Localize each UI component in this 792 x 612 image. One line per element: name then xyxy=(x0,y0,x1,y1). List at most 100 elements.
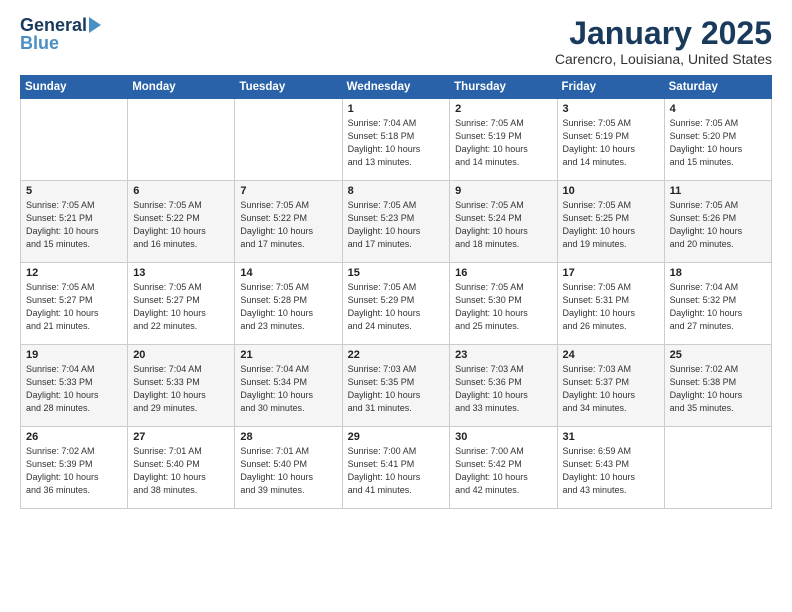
day-info: Sunrise: 7:03 AM Sunset: 5:35 PM Dayligh… xyxy=(348,363,445,415)
day-info: Sunrise: 7:05 AM Sunset: 5:19 PM Dayligh… xyxy=(455,117,551,169)
day-cell-1-6: 11 Sunrise: 7:05 AM Sunset: 5:26 PM Dayli… xyxy=(664,181,771,263)
day-info: Sunrise: 7:04 AM Sunset: 5:18 PM Dayligh… xyxy=(348,117,445,169)
day-info: Sunrise: 7:05 AM Sunset: 5:22 PM Dayligh… xyxy=(133,199,229,251)
day-cell-1-2: 7 Sunrise: 7:05 AM Sunset: 5:22 PM Daylig… xyxy=(235,181,342,263)
logo-arrow-icon xyxy=(89,17,101,33)
day-cell-4-2: 28 Sunrise: 7:01 AM Sunset: 5:40 PM Dayli… xyxy=(235,427,342,509)
day-number: 8 xyxy=(348,185,445,197)
day-cell-2-0: 12Sunrise: 7:05 AM Sunset: 5:27 PM Dayli… xyxy=(21,263,128,345)
calendar-table: Sunday Monday Tuesday Wednesday Thursday… xyxy=(20,75,772,509)
day-info: Sunrise: 7:02 AM Sunset: 5:39 PM Dayligh… xyxy=(26,445,122,497)
day-info: Sunrise: 7:01 AM Sunset: 5:40 PM Dayligh… xyxy=(240,445,336,497)
day-cell-4-5: 31 Sunrise: 6:59 AM Sunset: 5:43 PM Dayli… xyxy=(557,427,664,509)
day-number: 5 xyxy=(26,185,122,197)
day-number: 19 xyxy=(26,349,122,361)
col-tuesday: Tuesday xyxy=(235,76,342,99)
week-row-2: 5 Sunrise: 7:05 AM Sunset: 5:21 PM Daylig… xyxy=(21,181,772,263)
day-info: Sunrise: 7:05 AM Sunset: 5:30 PM Dayligh… xyxy=(455,281,551,333)
calendar-header-row: Sunday Monday Tuesday Wednesday Thursday… xyxy=(21,76,772,99)
day-cell-0-5: 3 Sunrise: 7:05 AM Sunset: 5:19 PM Daylig… xyxy=(557,99,664,181)
day-info: Sunrise: 7:05 AM Sunset: 5:22 PM Dayligh… xyxy=(240,199,336,251)
day-cell-1-4: 9 Sunrise: 7:05 AM Sunset: 5:24 PM Daylig… xyxy=(450,181,557,263)
day-info: Sunrise: 7:04 AM Sunset: 5:32 PM Dayligh… xyxy=(670,281,766,333)
day-info: Sunrise: 7:05 AM Sunset: 5:23 PM Dayligh… xyxy=(348,199,445,251)
day-info: Sunrise: 7:05 AM Sunset: 5:19 PM Dayligh… xyxy=(563,117,659,169)
day-number: 3 xyxy=(563,103,659,115)
week-row-3: 12Sunrise: 7:05 AM Sunset: 5:27 PM Dayli… xyxy=(21,263,772,345)
day-number: 15 xyxy=(348,267,445,279)
col-wednesday: Wednesday xyxy=(342,76,450,99)
day-number: 2 xyxy=(455,103,551,115)
day-info: Sunrise: 7:01 AM Sunset: 5:40 PM Dayligh… xyxy=(133,445,229,497)
day-cell-0-6: 4Sunrise: 7:05 AM Sunset: 5:20 PM Daylig… xyxy=(664,99,771,181)
col-friday: Friday xyxy=(557,76,664,99)
day-number: 11 xyxy=(670,185,766,197)
week-row-5: 26 Sunrise: 7:02 AM Sunset: 5:39 PM Dayli… xyxy=(21,427,772,509)
day-cell-3-1: 20 Sunrise: 7:04 AM Sunset: 5:33 PM Dayli… xyxy=(128,345,235,427)
day-cell-1-5: 10 Sunrise: 7:05 AM Sunset: 5:25 PM Dayli… xyxy=(557,181,664,263)
day-cell-2-6: 18 Sunrise: 7:04 AM Sunset: 5:32 PM Dayli… xyxy=(664,263,771,345)
day-info: Sunrise: 7:05 AM Sunset: 5:31 PM Dayligh… xyxy=(563,281,659,333)
day-number: 21 xyxy=(240,349,336,361)
day-cell-3-3: 22 Sunrise: 7:03 AM Sunset: 5:35 PM Dayli… xyxy=(342,345,450,427)
col-thursday: Thursday xyxy=(450,76,557,99)
day-info: Sunrise: 7:04 AM Sunset: 5:34 PM Dayligh… xyxy=(240,363,336,415)
day-number: 7 xyxy=(240,185,336,197)
day-number: 1 xyxy=(348,103,445,115)
day-info: Sunrise: 7:04 AM Sunset: 5:33 PM Dayligh… xyxy=(26,363,122,415)
col-monday: Monday xyxy=(128,76,235,99)
day-info: Sunrise: 7:03 AM Sunset: 5:37 PM Dayligh… xyxy=(563,363,659,415)
day-cell-4-3: 29Sunrise: 7:00 AM Sunset: 5:41 PM Dayli… xyxy=(342,427,450,509)
logo-blue-text: Blue xyxy=(20,34,59,52)
day-info: Sunrise: 7:05 AM Sunset: 5:20 PM Dayligh… xyxy=(670,117,766,169)
day-info: Sunrise: 7:00 AM Sunset: 5:42 PM Dayligh… xyxy=(455,445,551,497)
day-number: 31 xyxy=(563,431,659,443)
day-cell-3-4: 23Sunrise: 7:03 AM Sunset: 5:36 PM Dayli… xyxy=(450,345,557,427)
week-row-4: 19 Sunrise: 7:04 AM Sunset: 5:33 PM Dayli… xyxy=(21,345,772,427)
title-block: January 2025 Carencro, Louisiana, United… xyxy=(555,16,772,67)
day-number: 30 xyxy=(455,431,551,443)
day-cell-0-0 xyxy=(21,99,128,181)
day-number: 9 xyxy=(455,185,551,197)
day-info: Sunrise: 7:05 AM Sunset: 5:24 PM Dayligh… xyxy=(455,199,551,251)
day-number: 28 xyxy=(240,431,336,443)
day-number: 26 xyxy=(26,431,122,443)
col-saturday: Saturday xyxy=(664,76,771,99)
day-cell-4-6 xyxy=(664,427,771,509)
day-cell-1-1: 6Sunrise: 7:05 AM Sunset: 5:22 PM Daylig… xyxy=(128,181,235,263)
day-info: Sunrise: 7:04 AM Sunset: 5:33 PM Dayligh… xyxy=(133,363,229,415)
day-number: 18 xyxy=(670,267,766,279)
day-cell-2-5: 17 Sunrise: 7:05 AM Sunset: 5:31 PM Dayli… xyxy=(557,263,664,345)
day-cell-3-2: 21 Sunrise: 7:04 AM Sunset: 5:34 PM Dayli… xyxy=(235,345,342,427)
day-number: 10 xyxy=(563,185,659,197)
logo: General Blue xyxy=(20,16,101,52)
day-cell-3-0: 19 Sunrise: 7:04 AM Sunset: 5:33 PM Dayli… xyxy=(21,345,128,427)
day-cell-0-2 xyxy=(235,99,342,181)
day-number: 24 xyxy=(563,349,659,361)
day-number: 22 xyxy=(348,349,445,361)
day-cell-3-6: 25Sunrise: 7:02 AM Sunset: 5:38 PM Dayli… xyxy=(664,345,771,427)
week-row-1: 1 Sunrise: 7:04 AM Sunset: 5:18 PM Daylig… xyxy=(21,99,772,181)
day-number: 27 xyxy=(133,431,229,443)
day-number: 16 xyxy=(455,267,551,279)
day-number: 29 xyxy=(348,431,445,443)
day-number: 17 xyxy=(563,267,659,279)
logo-text: General xyxy=(20,16,87,34)
day-cell-2-3: 15Sunrise: 7:05 AM Sunset: 5:29 PM Dayli… xyxy=(342,263,450,345)
day-info: Sunrise: 6:59 AM Sunset: 5:43 PM Dayligh… xyxy=(563,445,659,497)
day-number: 25 xyxy=(670,349,766,361)
day-number: 20 xyxy=(133,349,229,361)
header: General Blue January 2025 Carencro, Loui… xyxy=(20,16,772,67)
day-cell-4-1: 27 Sunrise: 7:01 AM Sunset: 5:40 PM Dayli… xyxy=(128,427,235,509)
day-cell-2-1: 13Sunrise: 7:05 AM Sunset: 5:27 PM Dayli… xyxy=(128,263,235,345)
day-info: Sunrise: 7:05 AM Sunset: 5:25 PM Dayligh… xyxy=(563,199,659,251)
day-info: Sunrise: 7:05 AM Sunset: 5:26 PM Dayligh… xyxy=(670,199,766,251)
day-info: Sunrise: 7:05 AM Sunset: 5:21 PM Dayligh… xyxy=(26,199,122,251)
day-info: Sunrise: 7:05 AM Sunset: 5:27 PM Dayligh… xyxy=(133,281,229,333)
page: General Blue January 2025 Carencro, Loui… xyxy=(0,0,792,612)
day-info: Sunrise: 7:03 AM Sunset: 5:36 PM Dayligh… xyxy=(455,363,551,415)
day-cell-4-4: 30 Sunrise: 7:00 AM Sunset: 5:42 PM Dayli… xyxy=(450,427,557,509)
day-cell-0-1 xyxy=(128,99,235,181)
day-cell-1-3: 8 Sunrise: 7:05 AM Sunset: 5:23 PM Daylig… xyxy=(342,181,450,263)
day-cell-0-3: 1 Sunrise: 7:04 AM Sunset: 5:18 PM Daylig… xyxy=(342,99,450,181)
